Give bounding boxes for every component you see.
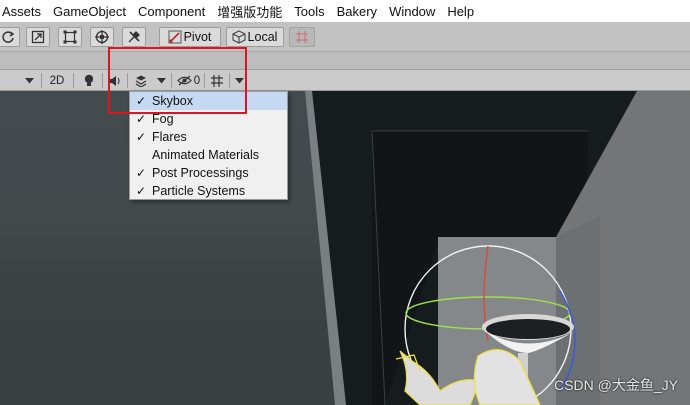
rect-tool-button[interactable] bbox=[58, 27, 82, 47]
grid-snap-button[interactable] bbox=[289, 27, 315, 47]
lighting-toggle[interactable] bbox=[80, 70, 98, 91]
custom-tool-icon bbox=[128, 31, 140, 43]
dropdown-item-label: Flares bbox=[152, 130, 187, 144]
check-icon: ✓ bbox=[135, 94, 147, 108]
transform-tool-button[interactable] bbox=[90, 27, 114, 47]
dropdown-item-label: Skybox bbox=[152, 94, 193, 108]
separator bbox=[41, 73, 42, 88]
menu-enhanced-features[interactable]: 增强版功能 bbox=[211, 2, 288, 21]
chevron-down-icon bbox=[24, 77, 34, 83]
local-label: Local bbox=[247, 30, 278, 44]
separator bbox=[171, 73, 172, 88]
chevron-down-icon bbox=[234, 77, 244, 83]
rotate-tool-button[interactable] bbox=[0, 27, 20, 47]
grid-toggle[interactable] bbox=[208, 70, 226, 91]
grid-snap-icon bbox=[296, 31, 308, 43]
local-cube-icon bbox=[231, 30, 246, 44]
custom-tool-button[interactable] bbox=[122, 27, 146, 47]
pivot-toggle-button[interactable]: Pivot bbox=[159, 27, 221, 47]
effects-dropdown-arrow[interactable] bbox=[154, 70, 168, 91]
lighting-icon bbox=[84, 74, 94, 86]
scale-tool-button[interactable] bbox=[26, 27, 50, 47]
grid-icon bbox=[211, 74, 223, 87]
scale-tool-icon bbox=[31, 30, 45, 44]
audio-toggle[interactable] bbox=[106, 70, 124, 91]
check-icon: ✓ bbox=[135, 184, 147, 198]
dropdown-item-label: Particle Systems bbox=[152, 184, 246, 198]
shading-mode-dropdown-arrow[interactable] bbox=[22, 70, 36, 91]
separator bbox=[229, 73, 230, 88]
scene-viewport[interactable]: CSDN @大金鱼_JY bbox=[0, 91, 690, 405]
dropdown-item-animated-materials[interactable]: Animated Materials bbox=[130, 146, 287, 164]
menu-bakery[interactable]: Bakery bbox=[331, 4, 383, 19]
panel-tab-strip bbox=[0, 52, 690, 70]
visibility-icon bbox=[176, 75, 192, 86]
menu-window[interactable]: Window bbox=[383, 4, 441, 19]
audio-icon bbox=[109, 75, 120, 86]
scene-geometry bbox=[305, 91, 690, 405]
dropdown-item-flares[interactable]: ✓ Flares bbox=[130, 128, 287, 146]
rect-tool-icon bbox=[63, 30, 77, 44]
dropdown-item-label: Post Processings bbox=[152, 166, 249, 180]
menu-component[interactable]: Component bbox=[132, 4, 211, 19]
check-icon: ✓ bbox=[135, 166, 147, 180]
separator bbox=[127, 73, 128, 88]
dropdown-item-label: Animated Materials bbox=[152, 148, 259, 162]
menu-tools[interactable]: Tools bbox=[288, 4, 330, 19]
dropdown-item-label: Fog bbox=[152, 112, 174, 126]
separator bbox=[204, 73, 205, 88]
grid-dropdown-arrow[interactable] bbox=[232, 70, 246, 91]
menu-assets[interactable]: Assets bbox=[0, 4, 47, 19]
main-toolbar: Pivot Local bbox=[0, 22, 690, 52]
pivot-icon bbox=[168, 30, 182, 44]
dropdown-item-fog[interactable]: ✓ Fog bbox=[130, 110, 287, 128]
2d-mode-toggle[interactable]: 2D bbox=[45, 70, 69, 91]
dropdown-item-particle-systems[interactable]: ✓ Particle Systems bbox=[130, 182, 287, 200]
menu-gameobject[interactable]: GameObject bbox=[47, 4, 132, 19]
scene-view-toolbar: 2D 0 bbox=[0, 70, 690, 91]
dropdown-item-post-processings[interactable]: ✓ Post Processings bbox=[130, 164, 287, 182]
scene-visibility-toggle[interactable] bbox=[175, 70, 193, 91]
hidden-object-count: 0 bbox=[193, 74, 201, 87]
pivot-label: Pivot bbox=[183, 30, 212, 44]
effects-icon bbox=[135, 75, 147, 87]
separator bbox=[73, 73, 74, 88]
chevron-down-icon bbox=[156, 77, 166, 83]
menu-bar: Assets GameObject Component 增强版功能 Tools … bbox=[0, 0, 690, 22]
effects-toggle[interactable] bbox=[132, 70, 150, 91]
dropdown-item-skybox[interactable]: ✓ Skybox bbox=[130, 92, 287, 110]
watermark: CSDN @大金鱼_JY bbox=[554, 377, 678, 393]
local-toggle-button[interactable]: Local bbox=[226, 27, 284, 47]
effects-dropdown-menu: ✓ Skybox ✓ Fog ✓ Flares Animated Materia… bbox=[129, 91, 288, 200]
check-icon: ✓ bbox=[135, 112, 147, 126]
rotate-tool-icon bbox=[2, 31, 15, 43]
menu-help[interactable]: Help bbox=[441, 4, 480, 19]
transform-tool-icon bbox=[95, 30, 109, 44]
separator bbox=[102, 73, 103, 88]
check-icon: ✓ bbox=[135, 130, 147, 144]
